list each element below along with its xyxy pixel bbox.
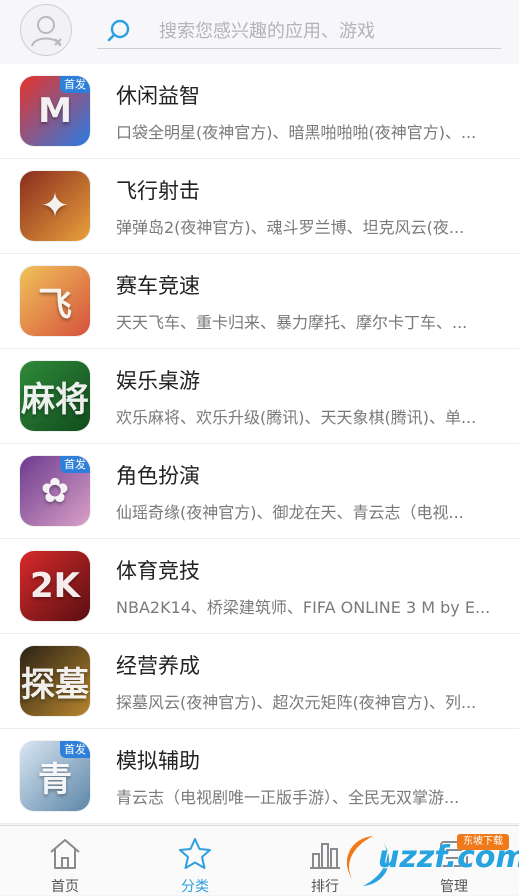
game-art-glyph: 探墓 [21,664,89,705]
category-title: 娱乐桌游 [116,369,200,393]
category-title: 休闲益智 [116,84,200,108]
category-description: 青云志（电视剧唯一正版手游）、全民无双掌游... [116,788,460,807]
category-title: 赛车竞速 [116,274,200,298]
category-row[interactable]: 青首发 模拟辅助青云志（电视剧唯一正版手游）、全民无双掌游... [0,729,519,824]
category-list: M 首发 休闲益智口袋全明星(夜神官方)、暗黑啪啪啪(夜神官方)、... ✦ 飞行射击弹… [0,64,519,824]
category-title: 体育竞技 [116,559,200,583]
bomb-hero-game-icon[interactable]: ✦ [20,171,90,241]
watermark-logo: uzzf.com 东坡下载 [333,828,519,894]
category-row[interactable]: 探墓 经营养成探墓风云(夜神官方)、超次元矩阵(夜神官方)、列... [0,634,519,729]
category-title: 角色扮演 [116,464,200,488]
tab-label: 首页 [51,879,79,895]
game-art-glyph: ✦ [40,186,70,226]
category-description: 探墓风云(夜神官方)、超次元矩阵(夜神官方)、列... [116,693,477,712]
category-row[interactable]: M 首发 休闲益智口袋全明星(夜神官方)、暗黑啪啪啪(夜神官方)、... [0,64,519,159]
home-icon [50,839,80,869]
tab-home[interactable]: 首页 [0,826,130,895]
user-avatar[interactable] [20,4,72,56]
category-description: 欢乐麻将、欢乐升级(腾讯)、天天象棋(腾讯)、单... [116,408,477,427]
category-title: 模拟辅助 [116,749,200,773]
search-bar[interactable] [97,12,501,49]
game-art-glyph: 飞 [38,284,72,325]
category-description: 弹弹岛2(夜神官方)、魂斗罗兰博、坦克风云(夜... [116,218,465,237]
category-row[interactable]: 2K 体育竞技 NBA2K14、桥梁建筑师、FIFA ONLINE 3 M by E… [0,539,519,634]
category-description: 仙瑶奇缘(夜神官方)、御龙在天、青云志（电视... [116,503,464,522]
category-description: NBA2K14、桥梁建筑师、FIFA ONLINE 3 M by E... [116,598,491,617]
category-title: 飞行射击 [116,179,200,203]
tomb-explorer-game-icon[interactable]: 探墓 [20,646,90,716]
user-avatar-icon [31,16,62,47]
category-row[interactable]: 飞 赛车竞速天天飞车、重卡归来、暴力摩托、摩尔卡丁车、... [0,254,519,349]
category-row[interactable]: ✿ 首发 角色扮演仙瑶奇缘(夜神官方)、御龙在天、青云志（电视... [0,444,519,539]
first-release-badge: 首发 [60,456,90,473]
tab-star[interactable]: 分类 [130,826,260,895]
racing-girl-game-icon[interactable]: 飞 [20,266,90,336]
mario-game-icon[interactable]: M 首发 [20,76,90,146]
category-description: 天天飞车、重卡归来、暴力摩托、摩尔卡丁车、... [116,313,468,332]
category-description: 口袋全明星(夜神官方)、暗黑啪啪啪(夜神官方)、... [116,123,477,142]
category-row[interactable]: 麻将 娱乐桌游欢乐麻将、欢乐升级(腾讯)、天天象棋(腾讯)、单... [0,349,519,444]
watermark-chip: 东坡下载 [457,834,509,850]
swordsman-game-icon[interactable]: 青首发 [20,741,90,811]
game-art-glyph: 2K [29,566,80,606]
tab-label: 分类 [181,879,209,895]
category-row[interactable]: ✦ 飞行射击弹弹岛2(夜神官方)、魂斗罗兰博、坦克风云(夜... [0,159,519,254]
nba-2k14-game-icon[interactable]: 2K [20,551,90,621]
search-input[interactable] [157,16,491,46]
first-release-badge: 首发 [60,741,90,758]
first-release-badge: 首发 [60,76,90,93]
game-art-glyph: 麻将 [21,379,89,420]
category-title: 经营养成 [116,654,200,678]
header-bar [0,0,519,64]
mahjong-game-icon[interactable]: 麻将 [20,361,90,431]
fantasy-lady-game-icon[interactable]: ✿ 首发 [20,456,90,526]
search-icon[interactable] [106,18,132,44]
star-icon [179,838,211,869]
